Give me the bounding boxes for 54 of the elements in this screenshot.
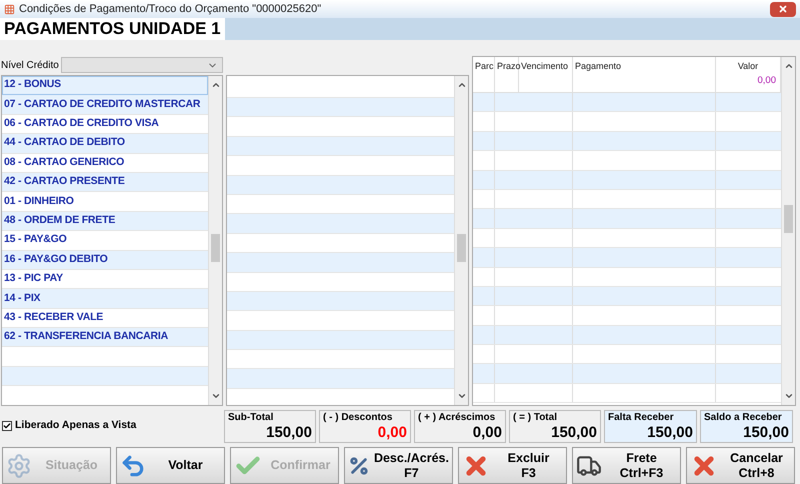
payment-method-item[interactable]: 48 - ORDEM DE FRETE <box>2 212 208 232</box>
column-header: Pagamento <box>574 60 622 73</box>
total-label: ( + ) Acréscimos <box>418 410 496 424</box>
total-value: 150,00 <box>551 424 597 442</box>
table-cell-text: 0,00 <box>758 74 777 88</box>
action-button[interactable]: Desc./Acrés. F7 <box>344 447 453 484</box>
window-title: Condições de Pagamento/Troco do Orçamento "0000025620" <box>19 2 322 17</box>
scrollbar[interactable] <box>454 76 468 405</box>
payment-method-item[interactable]: 42 - CARTAO PRESENTE <box>2 172 208 192</box>
total-value: 150,00 <box>743 424 789 442</box>
app-icon <box>4 4 15 14</box>
total-value: 150,00 <box>266 424 312 442</box>
payment-method-item[interactable]: 44 - CARTAO DE DEBITO <box>2 134 208 154</box>
checkbox-label: Liberado Apenas a Vista <box>15 418 136 434</box>
payment-method-item[interactable]: 16 - PAY&GO DEBITO <box>2 250 208 270</box>
payment-method-item[interactable]: 12 - BONUS <box>2 76 208 96</box>
field-label: Nível Crédito <box>1 58 60 72</box>
payment-method-item[interactable]: 62 - TRANSFERENCIA BANCARIA <box>2 328 208 348</box>
scrollbar-thumb[interactable] <box>211 234 220 262</box>
total-value: 150,00 <box>647 424 693 442</box>
payment-method-item[interactable]: 08 - CARTAO GENERICO <box>2 154 208 173</box>
total-value: 0,00 <box>378 424 407 442</box>
checkmark-icon <box>3 422 11 430</box>
payment-method-item[interactable]: 14 - PIX <box>2 289 208 309</box>
scrollbar[interactable] <box>781 57 795 405</box>
payment-method-item[interactable]: 43 - RECEBER VALE <box>2 308 208 328</box>
close-icon <box>778 4 788 14</box>
total-label: Falta Receber <box>608 410 675 424</box>
action-button[interactable]: Excluir F3 <box>458 447 567 484</box>
scroll-down-icon[interactable] <box>456 391 466 401</box>
scroll-down-icon[interactable] <box>784 391 794 401</box>
scroll-up-icon[interactable] <box>210 80 220 90</box>
scrollbar[interactable] <box>208 76 222 405</box>
gear-icon <box>6 452 32 478</box>
scroll-up-icon[interactable] <box>456 80 466 90</box>
tab[interactable]: PAGAMENTOS UNIDADE 1 <box>0 18 225 40</box>
action-button[interactable]: Frete Ctrl+F3 <box>572 447 681 484</box>
action-button[interactable]: Cancelar Ctrl+8 <box>686 447 795 484</box>
payment-method-item[interactable]: 07 - CARTAO DE CREDITO MASTERCAR <box>2 95 208 115</box>
scroll-up-icon[interactable] <box>784 61 794 71</box>
undo-arrow-icon <box>120 452 146 478</box>
column-header: Parc <box>474 60 494 73</box>
checkbox[interactable] <box>2 421 12 431</box>
total-label: Sub-Total <box>228 410 274 424</box>
action-button[interactable]: Voltar <box>116 447 225 484</box>
scrollbar-thumb[interactable] <box>457 234 466 262</box>
scrollbar-thumb[interactable] <box>784 205 793 234</box>
scroll-down-icon[interactable] <box>210 391 220 401</box>
total-label: ( - ) Descontos <box>323 410 394 424</box>
total-value: 0,00 <box>472 424 502 442</box>
total-label: ( = ) Total <box>513 410 558 424</box>
close-button[interactable] <box>770 2 796 16</box>
column-header: Valor <box>736 60 760 73</box>
total-label: Saldo a Receber <box>704 410 783 424</box>
